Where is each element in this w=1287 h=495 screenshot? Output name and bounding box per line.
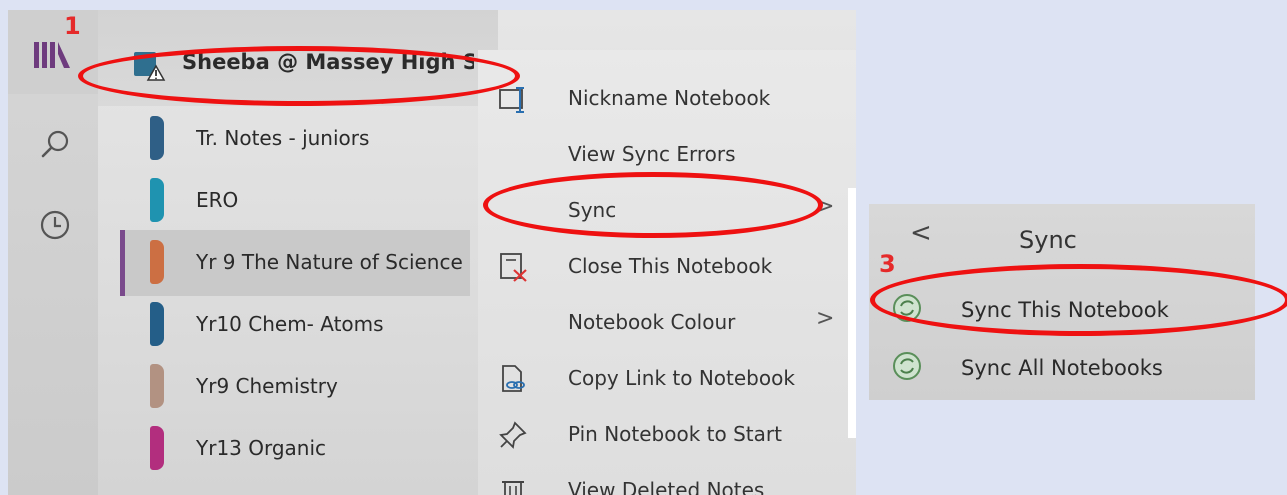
- notebook-color-tab-icon: [150, 426, 164, 470]
- menu-item-label: View Sync Errors: [568, 142, 736, 166]
- chevron-right-icon: >: [816, 306, 835, 331]
- menu-item-label: Copy Link to Notebook: [568, 366, 795, 390]
- notebook-label: ERO: [196, 188, 239, 212]
- photo-edge: [848, 188, 856, 438]
- pin-icon: [498, 420, 528, 450]
- notebook-label: Tr. Notes - juniors: [196, 126, 370, 150]
- menu-item-sync[interactable]: Sync >: [478, 182, 856, 238]
- nav-rail: [8, 10, 98, 495]
- notebook-warning-icon: [134, 52, 166, 81]
- notebook-list-item[interactable]: Yr10 Chem- Atoms: [120, 292, 470, 358]
- notebook-list-item[interactable]: Tr. Notes - juniors: [120, 106, 470, 172]
- notebook-label: Yr13 Organic: [196, 436, 327, 460]
- notebook-color-tab-icon: [150, 364, 164, 408]
- notebook-list-item[interactable]: Yr9 Chemistry: [120, 354, 470, 420]
- menu-item-pin-notebook-to-start[interactable]: Pin Notebook to Start: [478, 406, 856, 462]
- notebook-color-tab-icon: [150, 178, 164, 222]
- trash-icon: [498, 476, 528, 495]
- onenote-logo-icon[interactable]: [32, 38, 72, 72]
- notebook-label: Yr 9 The Nature of Science: [196, 250, 463, 274]
- menu-item-label: Notebook Colour: [568, 310, 736, 334]
- notebook-color-tab-icon: [150, 302, 164, 346]
- notebook-color-tab-icon: [150, 116, 164, 160]
- sync-panel-title: Sync: [1019, 226, 1077, 254]
- menu-item-label: View Deleted Notes: [568, 478, 765, 495]
- menu-item-nickname-notebook[interactable]: Nickname Notebook: [478, 70, 856, 126]
- sync-item-label: Sync This Notebook: [961, 298, 1169, 322]
- annotation-step-3: 3: [879, 250, 896, 278]
- notebook-context-menu: Nickname Notebook View Sync Errors Sync > Cl…: [478, 50, 856, 495]
- notebook-label: Yr9 Chemistry: [196, 374, 338, 398]
- back-chevron-icon[interactable]: <: [910, 218, 932, 248]
- recent-clock-icon[interactable]: [38, 208, 72, 242]
- rename-icon: [498, 84, 528, 114]
- menu-item-view-deleted-notes[interactable]: View Deleted Notes: [478, 462, 856, 495]
- menu-item-close-this-notebook[interactable]: Close This Notebook: [478, 238, 856, 294]
- sync-all-notebooks-button[interactable]: Sync All Notebooks: [869, 338, 1255, 398]
- sync-this-notebook-button[interactable]: Sync This Notebook: [869, 280, 1255, 340]
- notebook-color-tab-icon: [150, 240, 164, 284]
- notebook-list-item[interactable]: Yr 9 The Nature of Science: [120, 230, 470, 296]
- notebook-list: Tr. Notes - juniors ERO Yr 9 The Nature of…: [120, 106, 480, 495]
- screenshot-photo: Sheeba @ Massey High School Tr. Notes - …: [8, 10, 856, 495]
- chevron-right-icon: >: [816, 194, 835, 219]
- sync-item-label: Sync All Notebooks: [961, 356, 1163, 380]
- menu-item-label: Nickname Notebook: [568, 86, 771, 110]
- sync-submenu-panel: < Sync Sync This Notebook Sync All Notebo…: [869, 204, 1255, 400]
- selected-indicator: [120, 230, 125, 296]
- sync-icon: [891, 292, 923, 324]
- notebook-list-item[interactable]: Yr13 Organic: [120, 416, 470, 482]
- sync-icon: [891, 350, 923, 382]
- menu-item-view-sync-errors[interactable]: View Sync Errors: [478, 126, 856, 182]
- annotation-step-1: 1: [64, 12, 81, 40]
- menu-item-label: Close This Notebook: [568, 254, 773, 278]
- notebook-list-item[interactable]: ERO: [120, 168, 470, 234]
- menu-item-label: Pin Notebook to Start: [568, 422, 782, 446]
- search-icon[interactable]: [38, 128, 72, 162]
- notebook-title[interactable]: Sheeba @ Massey High School: [182, 50, 474, 74]
- menu-item-copy-link-to-notebook[interactable]: Copy Link to Notebook: [478, 350, 856, 406]
- menu-item-notebook-colour[interactable]: Notebook Colour >: [478, 294, 856, 350]
- close-notebook-icon: [498, 252, 528, 282]
- copy-link-icon: [498, 364, 528, 394]
- menu-item-label: Sync: [568, 198, 617, 222]
- notebook-label: Yr10 Chem- Atoms: [196, 312, 384, 336]
